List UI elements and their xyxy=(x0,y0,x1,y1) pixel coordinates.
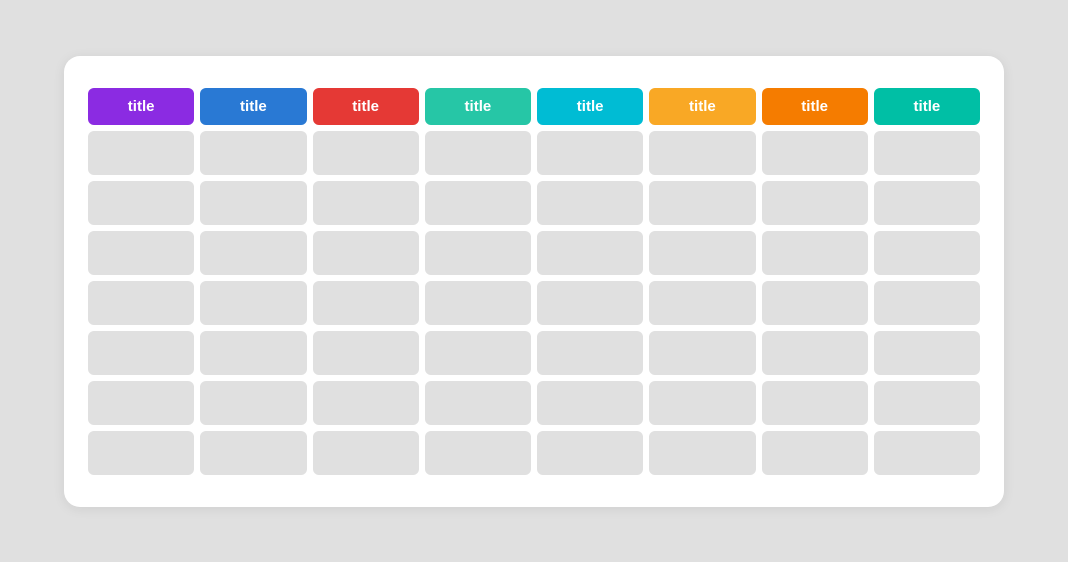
body-cell-r6-c6 xyxy=(762,431,868,475)
body-cell-r6-c5 xyxy=(649,431,755,475)
body-cell-r0-c0 xyxy=(88,131,194,175)
body-cell-r6-c7 xyxy=(874,431,980,475)
body-cell-r4-c5 xyxy=(649,331,755,375)
body-cell-r6-c4 xyxy=(537,431,643,475)
body-cell-r5-c1 xyxy=(200,381,306,425)
body-cell-r4-c1 xyxy=(200,331,306,375)
header-cell-2: title xyxy=(313,88,419,125)
body-cell-r0-c5 xyxy=(649,131,755,175)
body-cell-r5-c5 xyxy=(649,381,755,425)
table-row xyxy=(88,131,980,175)
body-cell-r2-c0 xyxy=(88,231,194,275)
body-cell-r0-c3 xyxy=(425,131,531,175)
header-cell-1: title xyxy=(200,88,306,125)
body-cell-r3-c1 xyxy=(200,281,306,325)
table-row xyxy=(88,281,980,325)
body-cell-r5-c3 xyxy=(425,381,531,425)
body-cell-r5-c7 xyxy=(874,381,980,425)
body-cell-r1-c6 xyxy=(762,181,868,225)
body-cell-r5-c6 xyxy=(762,381,868,425)
body-cell-r2-c5 xyxy=(649,231,755,275)
body-cell-r4-c0 xyxy=(88,331,194,375)
body-cell-r6-c1 xyxy=(200,431,306,475)
body-cell-r1-c2 xyxy=(313,181,419,225)
body-cell-r2-c2 xyxy=(313,231,419,275)
header-cell-4: title xyxy=(537,88,643,125)
body-cell-r1-c7 xyxy=(874,181,980,225)
table-body xyxy=(88,131,980,475)
body-cell-r3-c5 xyxy=(649,281,755,325)
body-cell-r6-c2 xyxy=(313,431,419,475)
body-cell-r5-c4 xyxy=(537,381,643,425)
table-header: titletitletitletitletitletitletitletitle xyxy=(88,88,980,125)
main-card: titletitletitletitletitletitletitletitle xyxy=(64,56,1004,507)
body-cell-r6-c3 xyxy=(425,431,531,475)
body-cell-r1-c5 xyxy=(649,181,755,225)
body-cell-r3-c7 xyxy=(874,281,980,325)
header-cell-3: title xyxy=(425,88,531,125)
body-cell-r3-c2 xyxy=(313,281,419,325)
table-row xyxy=(88,231,980,275)
table-row xyxy=(88,181,980,225)
data-table: titletitletitletitletitletitletitletitle xyxy=(88,88,980,475)
header-cell-6: title xyxy=(762,88,868,125)
body-cell-r3-c0 xyxy=(88,281,194,325)
body-cell-r6-c0 xyxy=(88,431,194,475)
body-cell-r0-c7 xyxy=(874,131,980,175)
header-cell-5: title xyxy=(649,88,755,125)
body-cell-r0-c1 xyxy=(200,131,306,175)
table-row xyxy=(88,431,980,475)
body-cell-r0-c4 xyxy=(537,131,643,175)
body-cell-r3-c6 xyxy=(762,281,868,325)
body-cell-r0-c6 xyxy=(762,131,868,175)
body-cell-r3-c4 xyxy=(537,281,643,325)
body-cell-r5-c0 xyxy=(88,381,194,425)
body-cell-r5-c2 xyxy=(313,381,419,425)
body-cell-r4-c2 xyxy=(313,331,419,375)
body-cell-r4-c7 xyxy=(874,331,980,375)
body-cell-r2-c1 xyxy=(200,231,306,275)
body-cell-r2-c7 xyxy=(874,231,980,275)
body-cell-r3-c3 xyxy=(425,281,531,325)
header-cell-0: title xyxy=(88,88,194,125)
body-cell-r1-c4 xyxy=(537,181,643,225)
body-cell-r1-c3 xyxy=(425,181,531,225)
body-cell-r2-c6 xyxy=(762,231,868,275)
header-cell-7: title xyxy=(874,88,980,125)
body-cell-r1-c0 xyxy=(88,181,194,225)
body-cell-r4-c4 xyxy=(537,331,643,375)
body-cell-r1-c1 xyxy=(200,181,306,225)
table-row xyxy=(88,381,980,425)
body-cell-r4-c3 xyxy=(425,331,531,375)
body-cell-r2-c4 xyxy=(537,231,643,275)
table-row xyxy=(88,331,980,375)
body-cell-r0-c2 xyxy=(313,131,419,175)
body-cell-r4-c6 xyxy=(762,331,868,375)
body-cell-r2-c3 xyxy=(425,231,531,275)
